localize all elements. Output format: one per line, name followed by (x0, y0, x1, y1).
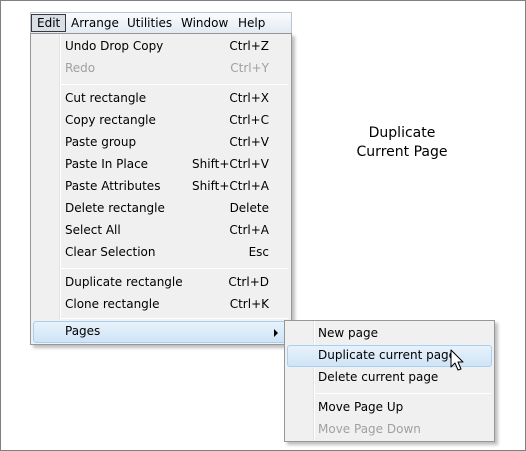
menu-item-label: Clear Selection (65, 245, 156, 259)
menu-item-shortcut: Shift+Ctrl+A (192, 179, 269, 193)
menu-item-label: Delete rectangle (65, 201, 165, 215)
menu-item-label: Delete current page (318, 370, 439, 384)
menu-item-shortcut: Ctrl+Z (229, 39, 269, 53)
menu-separator (315, 393, 491, 394)
menu-item-label: New page (318, 326, 378, 340)
menu-item-shortcut: Esc (248, 245, 269, 259)
menu-item-clear-selection[interactable]: Clear Selection Esc (33, 242, 289, 264)
menu-item-duplicate[interactable]: Duplicate rectangle Ctrl+D (33, 272, 289, 294)
menu-item-redo: Redo Ctrl+Y (33, 58, 289, 80)
menubar-help[interactable]: Help (233, 14, 270, 32)
caption-text: Duplicate Current Page (330, 124, 474, 162)
menubar-utilities[interactable]: Utilities (122, 14, 177, 32)
caption-line: Current Page (356, 144, 448, 160)
menu-item-delete[interactable]: Delete rectangle Delete (33, 198, 289, 220)
menu-separator (61, 268, 288, 269)
menu-item-label: Undo Drop Copy (65, 39, 164, 53)
menu-item-pages[interactable]: Pages (33, 321, 289, 343)
caption-line: Duplicate (368, 125, 436, 141)
menu-item-paste[interactable]: Paste group Ctrl+V (33, 132, 289, 154)
menu-item-label: Clone rectangle (65, 297, 160, 311)
menu-item-label: Paste group (65, 135, 137, 149)
menu-item-label: Duplicate current page (318, 348, 457, 362)
menu-item-copy[interactable]: Copy rectangle Ctrl+C (33, 110, 289, 132)
menu-item-shortcut: Ctrl+V (229, 135, 269, 149)
menu-item-select-all[interactable]: Select All Ctrl+A (33, 220, 289, 242)
menu-item-shortcut: Ctrl+A (229, 223, 269, 237)
submenu-item-new-page[interactable]: New page (287, 323, 492, 345)
menu-item-label: Copy rectangle (65, 113, 156, 127)
menu-item-label: Paste In Place (65, 157, 149, 171)
menu-item-paste-attributes[interactable]: Paste Attributes Shift+Ctrl+A (33, 176, 289, 198)
menu-item-paste-in-place[interactable]: Paste In Place Shift+Ctrl+V (33, 154, 289, 176)
menu-item-label: Duplicate rectangle (65, 275, 183, 289)
menu-item-label: Move Page Up (318, 400, 404, 414)
menu-separator (61, 318, 288, 319)
menu-item-cut[interactable]: Cut rectangle Ctrl+X (33, 88, 289, 110)
edit-menu: Undo Drop Copy Ctrl+Z Redo Ctrl+Y Cut re… (30, 33, 292, 345)
menubar-arrange[interactable]: Arrange (66, 14, 124, 32)
submenu-item-move-page-down: Move Page Down (287, 419, 492, 441)
menu-item-label: Paste Attributes (65, 179, 161, 193)
chevron-right-icon (274, 329, 278, 337)
menubar-window[interactable]: Window (176, 14, 233, 32)
menubar-edit[interactable]: Edit (31, 14, 67, 32)
menu-item-shortcut: Ctrl+K (229, 297, 269, 311)
menu-item-label: Pages (65, 324, 101, 338)
menu-item-label: Move Page Down (318, 422, 421, 436)
menu-item-shortcut: Ctrl+X (229, 91, 269, 105)
menu-item-label: Select All (65, 223, 121, 237)
pages-submenu: New page Duplicate current page Delete c… (284, 320, 495, 442)
menu-item-label: Cut rectangle (65, 91, 147, 105)
menu-item-undo[interactable]: Undo Drop Copy Ctrl+Z (33, 36, 289, 58)
submenu-item-move-page-up[interactable]: Move Page Up (287, 397, 492, 419)
menu-item-label: Redo (65, 61, 96, 75)
mouse-pointer-icon (450, 349, 464, 371)
menu-item-shortcut: Ctrl+C (229, 113, 269, 127)
menu-bar: Edit Arrange Utilities Window Help (30, 12, 292, 33)
menu-item-clone[interactable]: Clone rectangle Ctrl+K (33, 294, 289, 316)
menu-item-shortcut: Shift+Ctrl+V (192, 157, 269, 171)
menu-item-shortcut: Delete (229, 201, 269, 215)
menu-item-shortcut: Ctrl+Y (230, 61, 269, 75)
menu-item-shortcut: Ctrl+D (228, 275, 269, 289)
menu-separator (61, 84, 288, 85)
